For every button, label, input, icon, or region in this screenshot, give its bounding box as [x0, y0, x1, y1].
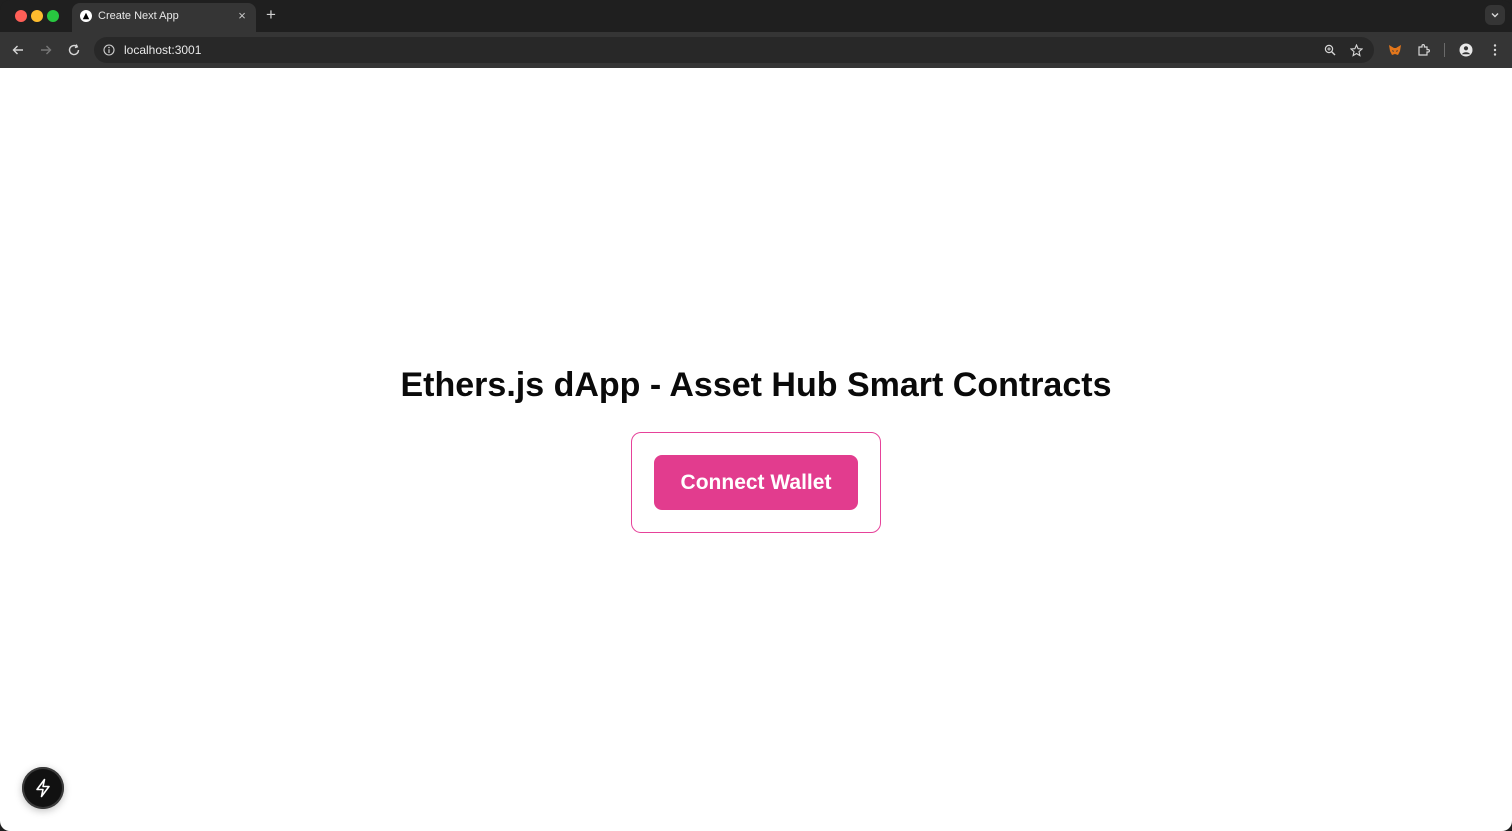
- minimize-window-button[interactable]: [31, 10, 43, 22]
- close-window-button[interactable]: [15, 10, 27, 22]
- tab-strip: Create Next App × +: [0, 0, 1512, 32]
- metamask-fox-icon: [1389, 45, 1401, 55]
- toolbar-divider: [1444, 43, 1445, 57]
- page-title: Ethers.js dApp - Asset Hub Smart Contrac…: [400, 366, 1112, 404]
- chevron-down-icon: [1491, 13, 1499, 18]
- arrow-right-icon: [41, 45, 52, 55]
- kebab-menu-icon: [1493, 44, 1497, 56]
- reload-button[interactable]: [64, 40, 84, 60]
- back-button[interactable]: [8, 40, 28, 60]
- nextjs-favicon-icon: [80, 10, 92, 22]
- maximize-window-button[interactable]: [47, 10, 59, 22]
- extensions-button[interactable]: [1414, 40, 1434, 60]
- address-bar[interactable]: localhost:3001: [94, 37, 1374, 63]
- browser-toolbar: localhost:3001: [0, 32, 1512, 68]
- metamask-extension-button[interactable]: [1385, 40, 1405, 60]
- wallet-connect-card: Connect Wallet: [631, 432, 881, 533]
- lightning-icon: [36, 778, 50, 798]
- reload-icon: [68, 44, 80, 56]
- url-text[interactable]: localhost:3001: [124, 43, 201, 57]
- arrow-left-icon: [12, 45, 23, 55]
- page-content: Ethers.js dApp - Asset Hub Smart Contrac…: [0, 68, 1512, 831]
- tab-close-icon[interactable]: ×: [234, 8, 250, 24]
- star-icon[interactable]: [1348, 42, 1364, 58]
- tab-title: Create Next App: [98, 10, 179, 22]
- new-tab-button[interactable]: +: [262, 6, 280, 24]
- info-icon[interactable]: [102, 43, 116, 57]
- zoom-icon[interactable]: [1322, 42, 1338, 58]
- tab-create-next-app[interactable]: Create Next App ×: [72, 3, 256, 32]
- tab-search-button[interactable]: [1485, 5, 1505, 25]
- connect-wallet-button[interactable]: Connect Wallet: [654, 455, 858, 510]
- browser-window: Create Next App × + localhost:3001 Ether…: [0, 0, 1512, 831]
- puzzle-icon: [1418, 44, 1430, 56]
- profile-button[interactable]: [1456, 40, 1476, 60]
- browser-menu-button[interactable]: [1485, 40, 1505, 60]
- person-icon: [1459, 43, 1473, 57]
- forward-button[interactable]: [36, 40, 56, 60]
- nextjs-dev-tools-button[interactable]: [22, 767, 64, 809]
